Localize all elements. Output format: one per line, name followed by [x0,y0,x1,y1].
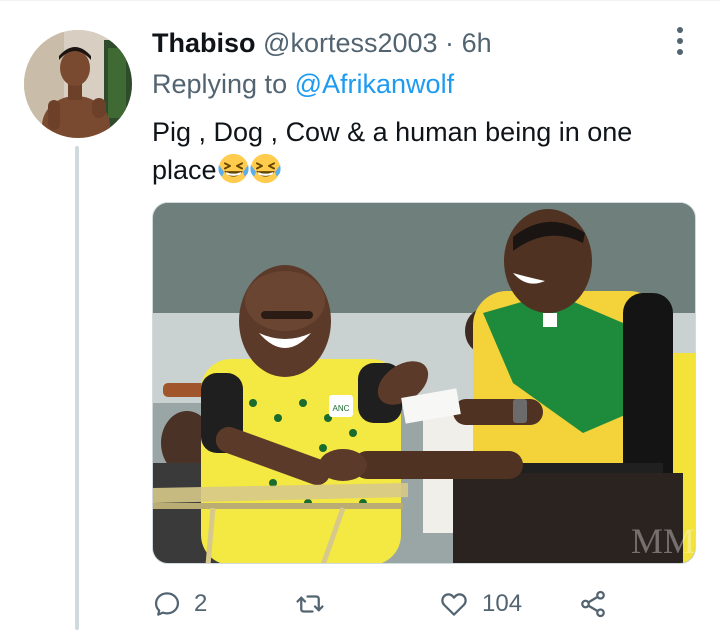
tweet-actions: 2 104 [152,584,622,624]
user-handle[interactable]: @kortess2003 [263,28,438,58]
retweet-button[interactable] [294,584,338,624]
top-divider [0,0,720,1]
heart-icon [441,593,467,616]
like-count: 104 [482,590,523,617]
media-anc-logo: ANC [333,404,350,413]
retweet-icon [296,595,324,613]
share-icon [581,590,605,618]
replying-to-mention[interactable]: @Afrikanwolf [295,69,454,99]
timestamp[interactable]: 6h [462,28,492,58]
grinning-squinting-face-emoji [249,153,281,184]
like-button[interactable]: 104 [438,584,522,624]
replying-to-label: Replying to [152,69,288,99]
share-button[interactable] [578,584,608,624]
media-watermark: MM [631,521,695,561]
avatar[interactable] [24,30,132,138]
more-vertical-icon[interactable] [664,22,696,62]
replying-to: Replying to @Afrikanwolf [152,67,454,101]
reply-button[interactable]: 2 [152,584,207,624]
separator-dot: · [445,28,455,58]
tweet-media-photo[interactable]: ANC MM [152,202,696,564]
reply-icon [154,592,180,616]
avatar-image [24,30,132,138]
display-name[interactable]: Thabiso [152,28,256,58]
grinning-squinting-face-emoji [217,153,249,184]
thread-line [75,146,79,630]
tweet-text: Pig , Dog , Cow & a human being in one p… [152,113,692,189]
reply-count: 2 [194,590,208,617]
tweet-header: Thabiso @kortess2003 · 6h [152,26,492,60]
